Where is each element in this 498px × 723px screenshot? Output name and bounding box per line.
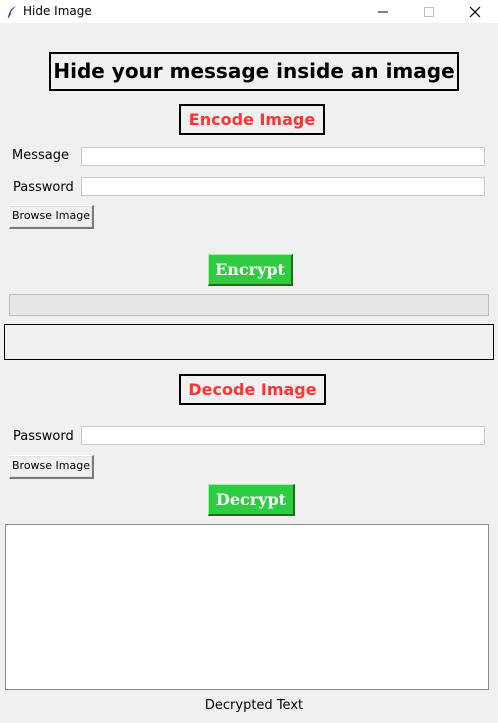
decode-section-title: Decode Image [179,374,326,405]
progress-bar [9,294,489,316]
decrypted-text-area[interactable] [5,524,489,690]
decode-browse-image-button[interactable]: Browse Image [9,455,94,479]
maximize-icon [424,7,434,17]
decrypt-button[interactable]: Decrypt [208,484,295,516]
message-label: Message [12,148,69,163]
decode-password-input[interactable] [81,426,485,445]
encode-section-title: Encode Image [179,104,325,135]
encode-browse-image-button[interactable]: Browse Image [9,205,94,229]
close-button[interactable] [452,0,498,23]
close-icon [469,6,481,18]
window-titlebar: Hide Image [0,0,498,23]
encode-password-input[interactable] [81,177,485,196]
page-title: Hide your message inside an image [49,52,459,91]
decode-password-label: Password [13,429,74,444]
minimize-icon [378,11,388,13]
encrypt-button[interactable]: Encrypt [208,254,293,286]
decrypted-text-label: Decrypted Text [204,698,304,713]
maximize-button[interactable] [406,0,452,23]
feather-icon [5,4,19,19]
encode-password-label: Password [13,180,74,195]
status-box [4,324,494,360]
minimize-button[interactable] [360,0,406,23]
message-input[interactable] [81,147,485,166]
window-title: Hide Image [23,4,92,18]
